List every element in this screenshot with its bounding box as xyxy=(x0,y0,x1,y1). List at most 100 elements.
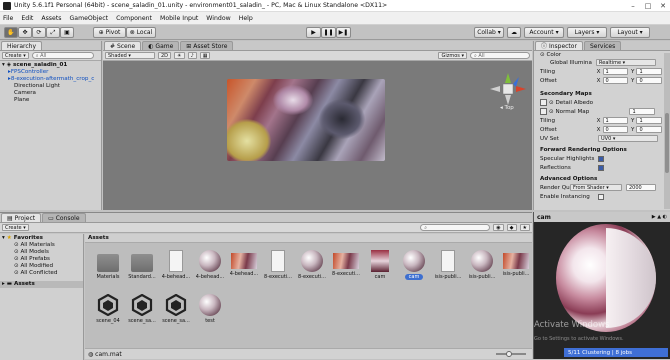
menu-window[interactable]: Window xyxy=(206,15,230,22)
hierarchy-item[interactable]: Plane xyxy=(2,97,99,104)
favorite-item[interactable]: ⊙ All Conflicted xyxy=(0,270,83,277)
inspector-scrollbar[interactable] xyxy=(664,53,670,209)
minimize-icon[interactable]: – xyxy=(626,0,640,12)
menu-file[interactable]: File xyxy=(3,15,13,22)
orientation-gizmo[interactable]: ◂ Top xyxy=(488,71,528,115)
filter-type-button[interactable]: ◉ xyxy=(493,224,504,231)
play-button[interactable]: ▶ xyxy=(306,27,321,38)
inspector-scroll-thumb[interactable] xyxy=(665,113,669,173)
tab-project[interactable]: ▤ Project xyxy=(1,213,42,222)
close-icon[interactable]: ✕ xyxy=(656,0,670,12)
reflections-checkbox[interactable] xyxy=(598,164,604,171)
asset-item[interactable]: scene_sa... xyxy=(159,294,193,324)
favorite-item[interactable]: ⊙ All Models xyxy=(0,249,83,256)
layout-button[interactable]: Layout ▾ xyxy=(610,27,650,38)
material-preview-sphere[interactable] xyxy=(556,224,656,332)
menu-component[interactable]: Component xyxy=(116,15,152,22)
asset-item[interactable]: 4-behead... xyxy=(227,250,261,277)
maximize-icon[interactable]: □ xyxy=(641,0,655,12)
tab-services[interactable]: Services xyxy=(583,41,622,50)
picker-dot-icon[interactable]: ⊙ xyxy=(549,109,554,115)
asset-item[interactable]: isis-publi... xyxy=(499,250,533,277)
preview-controls[interactable]: ▶ ▲ ◐ xyxy=(652,214,667,220)
scene-root-row[interactable]: ▾ ◈ scene_saladin_01 xyxy=(2,62,99,69)
move-tool-button[interactable]: ✥ xyxy=(18,27,32,38)
instancing-checkbox[interactable] xyxy=(598,193,604,200)
offset-y-field[interactable]: 0 xyxy=(636,77,662,84)
account-button[interactable]: Account ▾ xyxy=(524,27,564,38)
asset-item[interactable]: isis-publi... xyxy=(431,250,465,280)
asset-item[interactable]: 8-executi... xyxy=(329,250,363,277)
asset-item[interactable]: Standard... xyxy=(125,250,159,280)
offset2-x-field[interactable]: 0 xyxy=(602,126,629,133)
tab-scene[interactable]: # Scene xyxy=(104,41,142,50)
tiling-x-field[interactable]: 1 xyxy=(602,68,629,75)
render-queue-dropdown[interactable]: From Shader ▾ xyxy=(570,184,622,191)
tiling2-y-field[interactable]: 1 xyxy=(636,117,662,124)
cloud-button[interactable]: ☁ xyxy=(507,27,521,38)
hand-tool-button[interactable]: ✋ xyxy=(4,27,18,38)
favorite-button[interactable]: ★ xyxy=(519,224,530,231)
favorites-row[interactable]: ▾ ★ Favorites xyxy=(0,235,83,242)
asset-breadcrumb[interactable]: Assets xyxy=(85,234,532,243)
filter-label-button[interactable]: ◆ xyxy=(506,224,517,231)
render-queue-field[interactable]: 2000 xyxy=(626,184,656,191)
tiling2-x-field[interactable]: 1 xyxy=(602,117,629,124)
rotate-tool-button[interactable]: ⟳ xyxy=(32,27,46,38)
hierarchy-item[interactable]: Camera xyxy=(2,90,99,97)
texture-slot-icon[interactable] xyxy=(540,108,547,115)
assets-root-row[interactable]: ▸ ▬ Assets xyxy=(0,281,83,288)
asset-item[interactable]: 8-executi... xyxy=(295,250,329,280)
hierarchy-item[interactable]: ▸FPSController xyxy=(2,69,99,76)
menu-help[interactable]: Help xyxy=(239,15,253,22)
favorite-item[interactable]: ⊙ All Materials xyxy=(0,242,83,249)
lighting-toggle[interactable]: ☀ xyxy=(174,52,185,59)
tab-asset-store[interactable]: ⊞ Asset Store xyxy=(180,41,234,50)
menu-assets[interactable]: Assets xyxy=(41,15,61,22)
offset2-y-field[interactable]: 0 xyxy=(636,126,662,133)
rect-tool-button[interactable]: ▣ xyxy=(60,27,74,38)
picker-dot-icon[interactable]: ⊙ xyxy=(549,100,554,106)
hierarchy-create-button[interactable]: Create ▾ xyxy=(2,52,29,59)
tab-console[interactable]: ▭ Console xyxy=(42,213,86,222)
project-create-button[interactable]: Create ▾ xyxy=(2,224,29,231)
effects-toggle[interactable]: ▦ xyxy=(199,52,211,59)
scale-tool-button[interactable]: ⤢ xyxy=(46,27,60,38)
hierarchy-item[interactable]: Directional Light xyxy=(2,83,99,90)
project-search-input[interactable]: ⌕ xyxy=(420,224,491,231)
scene-search-input[interactable]: ⌕ All xyxy=(470,52,530,59)
menu-edit[interactable]: Edit xyxy=(21,15,33,22)
icon-size-slider[interactable] xyxy=(496,351,526,357)
asset-item[interactable]: isis-publi... xyxy=(465,250,499,280)
tab-game[interactable]: ◐ Game xyxy=(142,41,180,50)
favorite-item[interactable]: ⊙ All Prefabs xyxy=(0,256,83,263)
hierarchy-search-input[interactable]: ⌕ All xyxy=(31,52,94,59)
asset-item[interactable]: cam xyxy=(363,250,397,280)
illum-dropdown[interactable]: Realtime ▾ xyxy=(596,59,656,66)
tab-hierarchy[interactable]: Hierarchy xyxy=(1,41,43,50)
normal-scale-field[interactable]: 1 xyxy=(629,108,656,115)
asset-item[interactable]: 4-behead... xyxy=(193,250,227,280)
pause-button[interactable]: ❚❚ xyxy=(321,27,336,38)
asset-item[interactable]: scene_04 xyxy=(91,294,125,324)
asset-item[interactable]: test xyxy=(193,294,227,324)
texture-slot-icon[interactable] xyxy=(540,99,547,106)
step-button[interactable]: ▶❚ xyxy=(336,27,351,38)
menu-mobile-input[interactable]: Mobile Input xyxy=(160,15,198,22)
tiling-y-field[interactable]: 1 xyxy=(636,68,662,75)
asset-item[interactable]: cam xyxy=(397,250,431,280)
menu-gameobject[interactable]: GameObject xyxy=(69,15,108,22)
favorite-item[interactable]: ⊙ All Modified xyxy=(0,263,83,270)
asset-item[interactable]: 4-behead... xyxy=(159,250,193,280)
asset-item[interactable]: Materials xyxy=(91,250,125,280)
audio-toggle[interactable]: ♪ xyxy=(187,52,197,59)
tab-inspector[interactable]: ⓘ Inspector xyxy=(535,41,583,50)
pivot-button[interactable]: ⊕ Pivot xyxy=(93,27,126,38)
shading-dropdown[interactable]: Shaded ▾ xyxy=(105,52,155,59)
layers-button[interactable]: Layers ▾ xyxy=(567,27,607,38)
collab-button[interactable]: Collab ▾ xyxy=(474,27,504,38)
uv-set-dropdown[interactable]: UV0 ▾ xyxy=(598,135,658,142)
hierarchy-item[interactable]: ▸8-execution-aftermath_crop_c xyxy=(2,76,99,83)
mode-2d-toggle[interactable]: 2D xyxy=(158,52,172,59)
gizmos-dropdown[interactable]: Gizmos ▾ xyxy=(438,52,467,59)
